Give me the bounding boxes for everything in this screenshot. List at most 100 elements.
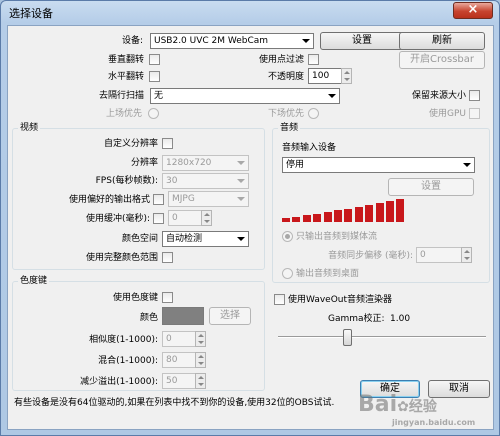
footer-note: 有些设备是没有64位驱动的,如果在列表中找不到你的设备,使用32位的OBS试试. xyxy=(14,398,335,408)
buffering-spinner[interactable] xyxy=(201,210,212,226)
watermark-url: jingyan.baidu.com xyxy=(392,418,476,427)
audio-meter-bar xyxy=(386,201,394,222)
buffering-label: 使用缓冲(毫秒): xyxy=(85,214,150,224)
audio-meter-bar xyxy=(344,209,353,222)
use-chroma-label: 使用色度键 xyxy=(112,293,158,303)
flip-horizontal-checkbox[interactable] xyxy=(149,71,160,82)
blend-spinner[interactable] xyxy=(195,352,206,368)
deinterlace-select[interactable]: 无 xyxy=(150,88,340,104)
bottom-first-label: 下场优先 xyxy=(267,109,304,119)
point-filter-label: 使用点过滤 xyxy=(258,55,304,65)
audio-meter-bar xyxy=(292,217,301,222)
keep-source-size-checkbox[interactable] xyxy=(469,90,480,101)
chevron-down-icon xyxy=(237,179,245,183)
chevron-down-icon xyxy=(237,197,245,201)
refresh-button[interactable]: 刷新 xyxy=(399,32,485,50)
output-stream-only-label: 只输出音频到媒体流 xyxy=(296,232,378,242)
audio-meter-bar xyxy=(323,212,332,222)
crossbar-button[interactable]: 开启Crossbar xyxy=(399,51,485,69)
opacity-spinner[interactable] xyxy=(341,68,352,84)
chroma-color-swatch[interactable] xyxy=(162,307,204,325)
gamma-value: 1.00 xyxy=(390,314,411,324)
resolution-select[interactable]: 1280x720 xyxy=(162,155,249,171)
audio-input-select[interactable]: 停用 xyxy=(282,157,475,173)
output-stream-only-radio[interactable] xyxy=(282,231,293,242)
buffering-input[interactable]: 0 xyxy=(168,210,202,226)
title-bar: 选择设备 × xyxy=(1,1,499,23)
buffering-checkbox[interactable] xyxy=(153,213,164,224)
device-select-value: USB2.0 UVC 2M WebCam xyxy=(154,36,269,46)
preferred-format-checkbox[interactable] xyxy=(153,194,164,205)
sync-offset-spinner[interactable] xyxy=(461,247,472,263)
preferred-format-select[interactable]: MJPG xyxy=(168,191,249,207)
similarity-label: 相似度(1-1000): xyxy=(89,335,158,345)
audio-meter-bar xyxy=(375,203,384,222)
audio-meter-bar xyxy=(396,199,405,222)
watermark-logo: Bai✿经验 xyxy=(358,392,437,417)
spill-spinner[interactable] xyxy=(195,373,206,389)
waveout-checkbox[interactable] xyxy=(274,294,285,305)
opacity-label: 不透明度 xyxy=(267,72,304,82)
use-gpu-label: 使用GPU xyxy=(429,109,466,119)
custom-resolution-label: 自定义分辨率 xyxy=(103,139,158,149)
similarity-input[interactable]: 0 xyxy=(162,331,196,347)
close-button[interactable]: × xyxy=(453,2,493,19)
color-space-label: 颜色空间 xyxy=(121,234,158,244)
audio-meter-bar xyxy=(282,218,290,222)
custom-resolution-checkbox[interactable] xyxy=(162,138,173,149)
full-range-label: 使用完整颜色范围 xyxy=(85,253,158,263)
sync-offset-label: 音频同步偏移 (毫秒): xyxy=(328,251,413,261)
use-gpu-checkbox[interactable] xyxy=(469,108,480,119)
chroma-color-label: 颜色 xyxy=(139,313,158,323)
deinterlace-label: 去隔行扫描 xyxy=(98,91,144,101)
chevron-down-icon xyxy=(237,161,245,165)
use-chroma-checkbox[interactable] xyxy=(162,292,173,303)
deinterlace-value: 无 xyxy=(154,91,164,101)
audio-meter-bar xyxy=(354,207,363,222)
device-select[interactable]: USB2.0 UVC 2M WebCam xyxy=(150,33,314,49)
preferred-format-value: MJPG xyxy=(172,194,195,204)
cancel-button[interactable]: 取消 xyxy=(428,380,490,398)
fps-select[interactable]: 30 xyxy=(162,173,249,189)
chevron-down-icon xyxy=(237,237,245,241)
similarity-spinner[interactable] xyxy=(195,331,206,347)
gamma-label: Gamma校正: xyxy=(328,314,385,324)
color-space-select[interactable]: 自动检测 xyxy=(162,231,249,247)
audio-meter-bar xyxy=(302,215,311,222)
audio-input-value: 停用 xyxy=(286,160,305,170)
point-filter-checkbox[interactable] xyxy=(308,54,319,65)
chroma-group-label: 色度键 xyxy=(18,275,50,287)
chevron-down-icon xyxy=(463,163,471,167)
waveout-label: 使用WaveOut音频渲染器 xyxy=(288,295,393,305)
blend-input[interactable]: 80 xyxy=(162,352,196,368)
spill-label: 减少溢出(1-1000): xyxy=(80,377,158,387)
flip-vertical-label: 垂直翻转 xyxy=(107,55,144,65)
dialog-body: 设备: USB2.0 UVC 2M WebCam 设置 刷新 垂直翻转 使用点过… xyxy=(7,25,494,430)
audio-meter-bar xyxy=(313,214,322,222)
top-first-radio[interactable] xyxy=(148,108,159,119)
video-group-label: 视频 xyxy=(18,122,41,134)
blend-label: 混合(1-1000): xyxy=(98,356,158,366)
full-range-checkbox[interactable] xyxy=(162,252,173,263)
output-desktop-radio[interactable] xyxy=(282,268,293,279)
opacity-input[interactable]: 100 xyxy=(308,68,342,84)
resolution-value: 1280x720 xyxy=(166,158,212,168)
bottom-first-radio[interactable] xyxy=(308,108,319,119)
chroma-select-button[interactable]: 选择 xyxy=(209,307,251,325)
dialog-title: 选择设备 xyxy=(9,7,53,20)
device-config-button[interactable]: 设置 xyxy=(320,32,404,50)
audio-config-button[interactable]: 设置 xyxy=(388,178,474,196)
color-space-value: 自动检测 xyxy=(166,234,203,244)
audio-meter-bar xyxy=(365,205,374,222)
close-icon: × xyxy=(467,2,479,17)
watermark-paw-icon: ✿ xyxy=(397,399,409,415)
audio-level-meter xyxy=(282,198,432,222)
output-desktop-label: 输出音频到桌面 xyxy=(296,269,360,279)
flip-horizontal-label: 水平翻转 xyxy=(107,72,144,82)
device-label: 设备: xyxy=(122,36,144,46)
flip-vertical-checkbox[interactable] xyxy=(149,54,160,65)
gamma-slider-track[interactable] xyxy=(278,336,486,338)
spill-input[interactable]: 50 xyxy=(162,373,196,389)
sync-offset-input[interactable]: 0 xyxy=(416,247,462,263)
gamma-slider-thumb[interactable] xyxy=(342,329,352,346)
